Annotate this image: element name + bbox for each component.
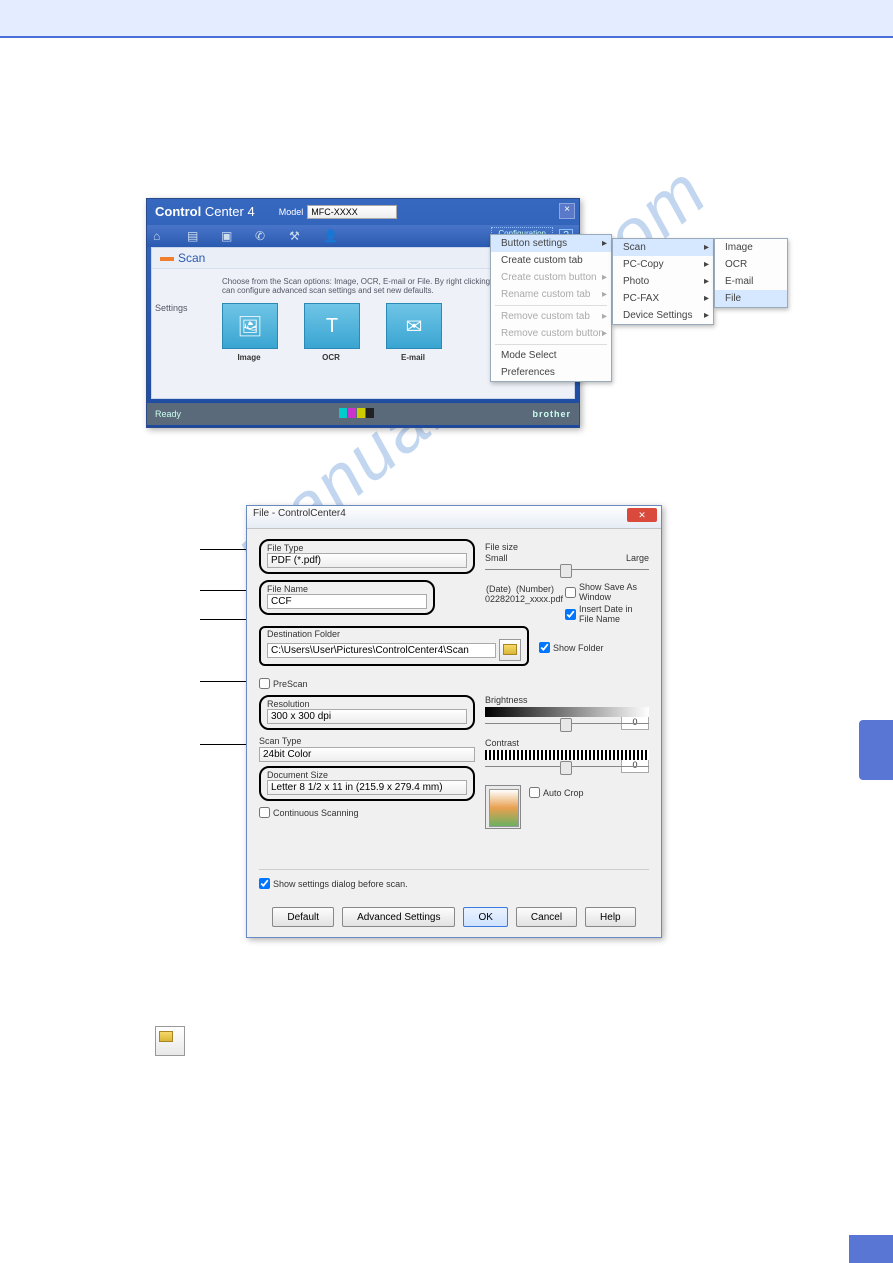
ink-levels (339, 408, 375, 420)
submenu-photo[interactable]: Photo▸ (613, 273, 713, 290)
page-corner (849, 1235, 893, 1263)
prescan-checkbox[interactable]: PreScan (259, 678, 649, 689)
menu-remove-button: Remove custom button▸ (491, 325, 611, 342)
file-name-group: File Name (259, 580, 435, 615)
page-header-stripe (0, 0, 893, 38)
model-select[interactable]: MFC-XXXX (307, 205, 397, 219)
brightness-label: Brightness (485, 695, 649, 705)
settings-label[interactable]: Settings (155, 303, 188, 313)
help-button[interactable]: Help (585, 907, 636, 927)
dest-folder-group: Destination Folder (259, 626, 529, 666)
file-type-select[interactable]: PDF (*.pdf) (267, 553, 467, 568)
menu-preferences[interactable]: Preferences (491, 364, 611, 381)
show-folder-checkbox[interactable]: Show Folder (539, 642, 649, 653)
menu-button-settings[interactable]: Button settings▸ (491, 235, 611, 252)
show-before-scan-checkbox[interactable]: Show settings dialog before scan. (259, 878, 649, 889)
callout-line (200, 681, 252, 682)
file-type-group: File Type PDF (*.pdf) (259, 539, 475, 574)
scan-submenu-ocr[interactable]: OCR (715, 256, 787, 273)
menu-mode-select[interactable]: Mode Select (491, 347, 611, 364)
scan-type-select[interactable]: 24bit Color (259, 747, 475, 762)
email-icon: ✉ (406, 314, 423, 339)
brightness-gradient (485, 707, 649, 717)
scan-email-button[interactable]: ✉E-mail (386, 303, 440, 362)
callout-line (200, 549, 252, 550)
cc4-titlebar: Control Center 4 Model MFC-XXXX (147, 199, 579, 225)
dest-folder-input[interactable] (267, 643, 496, 658)
continuous-scan-checkbox[interactable]: Continuous Scanning (259, 807, 475, 818)
dialog-close-icon[interactable]: ✕ (627, 508, 657, 522)
menu-remove-tab: Remove custom tab▸ (491, 308, 611, 325)
button-settings-submenu: Scan▸ PC-Copy▸ Photo▸ PC-FAX▸ Device Set… (612, 238, 714, 325)
docsize-select[interactable]: Letter 8 1/2 x 11 in (215.9 x 279.4 mm) (267, 780, 467, 795)
file-settings-dialog: File - ControlCenter4 ✕ File Type PDF (*… (246, 505, 662, 938)
show-save-checkbox[interactable]: Show Save As Window (565, 582, 649, 602)
ok-button[interactable]: OK (463, 907, 507, 927)
user-icon[interactable]: 👤 (323, 229, 341, 243)
menu-rename-tab: Rename custom tab▸ (491, 286, 611, 303)
scan-image-button[interactable]: 🖼Image (222, 303, 276, 362)
brightness-slider[interactable] (485, 723, 649, 724)
image-icon: 🖼 (237, 314, 262, 339)
submenu-pccopy[interactable]: PC-Copy▸ (613, 256, 713, 273)
callout-line (200, 619, 252, 620)
scan-icon[interactable]: ⌂ (153, 229, 171, 243)
advanced-settings-button[interactable]: Advanced Settings (342, 907, 455, 927)
cancel-button[interactable]: Cancel (516, 907, 577, 927)
contrast-gradient (485, 750, 649, 760)
scan-type-label: Scan Type (259, 736, 475, 746)
folder-icon (155, 1026, 185, 1056)
file-size-label: File size (485, 542, 649, 552)
model-label: Model (279, 200, 304, 224)
file-name-input[interactable] (267, 594, 427, 609)
insert-date-checkbox[interactable]: Insert Date in File Name (565, 604, 649, 624)
scan-submenu-image[interactable]: Image (715, 239, 787, 256)
callout-line (200, 744, 252, 745)
ocr-icon: T (326, 315, 338, 338)
brand-logo: brother (532, 409, 571, 419)
submenu-scan[interactable]: Scan▸ (613, 239, 713, 256)
resolution-select[interactable]: 300 x 300 dpi (267, 709, 467, 724)
fax-icon[interactable]: ✆ (255, 229, 273, 243)
default-button[interactable]: Default (272, 907, 334, 927)
contrast-label: Contrast (485, 738, 649, 748)
callout-line (200, 590, 252, 591)
menu-create-button: Create custom button▸ (491, 269, 611, 286)
autocrop-checkbox[interactable]: Auto Crop (529, 787, 584, 798)
filename-preview: 02282012_xxxx.pdf (485, 594, 555, 604)
file-size-small: Small (485, 553, 508, 563)
config-menu: Button settings▸ Create custom tab Creat… (490, 234, 612, 382)
submenu-pcfax[interactable]: PC-FAX▸ (613, 290, 713, 307)
scan-submenu: Image OCR E-mail File (714, 238, 788, 308)
scan-ocr-button[interactable]: TOCR (304, 303, 358, 362)
tools-icon[interactable]: ⚒ (289, 229, 307, 243)
side-tab (859, 720, 893, 780)
contrast-slider[interactable] (485, 766, 649, 767)
resolution-group: Resolution 300 x 300 dpi (259, 695, 475, 730)
browse-folder-icon[interactable] (499, 639, 521, 661)
docsize-group: Document Size Letter 8 1/2 x 11 in (215.… (259, 766, 475, 801)
menu-create-tab[interactable]: Create custom tab (491, 252, 611, 269)
submenu-device[interactable]: Device Settings▸ (613, 307, 713, 324)
scan-submenu-email[interactable]: E-mail (715, 273, 787, 290)
dialog-titlebar: File - ControlCenter4 ✕ (247, 506, 661, 529)
scan-submenu-file[interactable]: File (715, 290, 787, 307)
doc-icon[interactable]: ▤ (187, 229, 205, 243)
file-size-slider[interactable] (485, 569, 649, 570)
photo-icon[interactable]: ▣ (221, 229, 239, 243)
preview-thumbnail (485, 785, 521, 829)
status-text: Ready (155, 409, 181, 419)
file-size-large: Large (626, 553, 649, 563)
close-icon[interactable]: × (559, 203, 575, 219)
